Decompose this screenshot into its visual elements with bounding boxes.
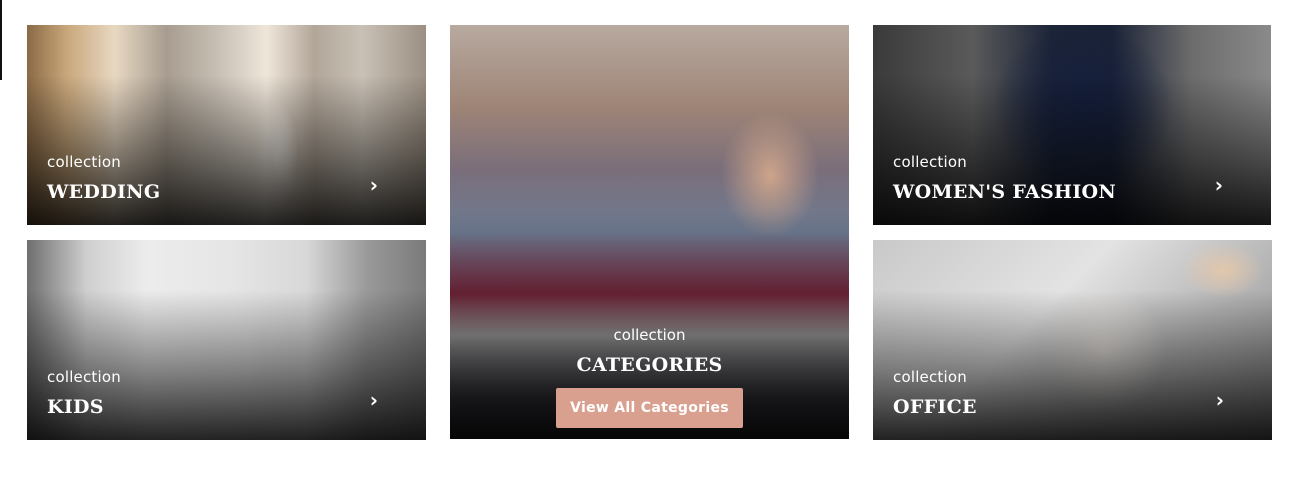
collection-title: CATEGORIES xyxy=(576,354,723,376)
collection-title: KIDS xyxy=(47,396,104,418)
collection-label: collection xyxy=(613,326,686,344)
collection-label: collection xyxy=(47,368,121,386)
collection-tile-womens-fashion[interactable]: collection WOMEN'S FASHION › xyxy=(873,25,1271,225)
view-all-categories-button[interactable]: View All Categories xyxy=(556,388,743,428)
collection-label: collection xyxy=(47,153,121,171)
collection-tile-categories[interactable]: collection CATEGORIES View All Categorie… xyxy=(450,25,849,439)
collection-label: collection xyxy=(893,368,967,386)
collection-label: collection xyxy=(893,153,967,171)
collection-tile-wedding[interactable]: collection WEDDING › xyxy=(27,25,426,225)
edge-divider xyxy=(0,0,2,80)
collection-tile-kids[interactable]: collection KIDS › xyxy=(27,240,426,440)
chevron-right-icon[interactable]: › xyxy=(1215,173,1223,197)
collection-tile-office[interactable]: collection OFFICE › xyxy=(873,240,1272,440)
chevron-right-icon[interactable]: › xyxy=(370,388,378,412)
collection-title: OFFICE xyxy=(893,396,977,418)
collection-title: WOMEN'S FASHION xyxy=(893,181,1117,203)
chevron-right-icon[interactable]: › xyxy=(370,173,378,197)
chevron-right-icon[interactable]: › xyxy=(1216,388,1224,412)
collection-title: WEDDING xyxy=(47,181,161,203)
